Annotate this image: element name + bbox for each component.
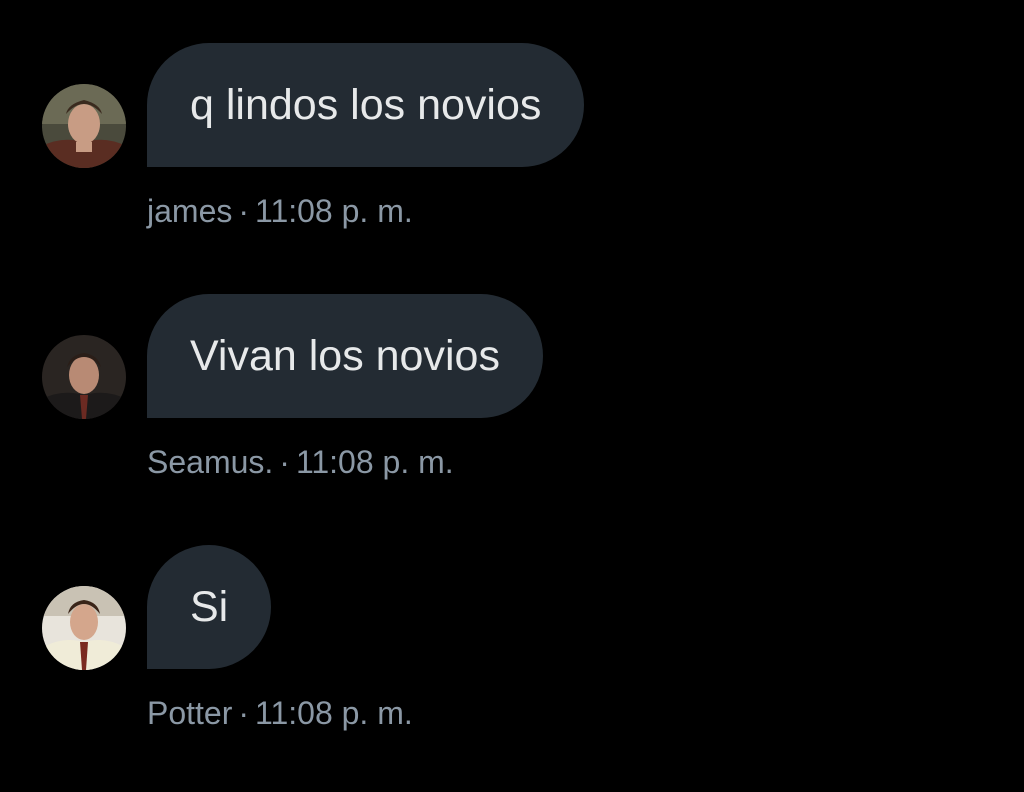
- meta-separator: ·: [238, 193, 250, 229]
- message-bubble[interactable]: q lindos los novios: [147, 43, 585, 167]
- message-bubble[interactable]: Vivan los novios: [147, 294, 543, 418]
- message-time: 11:08 p. m.: [295, 444, 454, 480]
- message-text: q lindos los novios: [190, 81, 542, 129]
- message-time: 11:08 p. m.: [255, 695, 413, 731]
- sender-name[interactable]: Seamus.: [147, 444, 273, 480]
- message-text: Si: [190, 583, 229, 631]
- message-time: 11:08 p. m.: [255, 193, 413, 229]
- message-meta: Potter · 11:08 p. m.: [147, 693, 413, 733]
- sender-name[interactable]: Potter: [147, 695, 232, 731]
- sender-name[interactable]: james: [147, 193, 232, 229]
- avatar-photo-icon: [42, 586, 126, 670]
- message-meta: james · 11:08 p. m.: [147, 191, 413, 231]
- avatar-seamus[interactable]: [42, 335, 126, 419]
- meta-separator: ·: [279, 444, 290, 480]
- message-text: Vivan los novios: [190, 332, 500, 380]
- message-meta: Seamus. · 11:08 p. m.: [147, 442, 454, 482]
- avatar-james[interactable]: [42, 84, 126, 168]
- avatar-photo-icon: [42, 84, 126, 168]
- dm-conversation: q lindos los novios james · 11:08 p. m. Vi…: [0, 0, 1024, 792]
- message-bubble[interactable]: Si: [147, 545, 272, 669]
- avatar-potter[interactable]: [42, 586, 126, 670]
- avatar-photo-icon: [42, 335, 126, 419]
- meta-separator: ·: [238, 695, 250, 731]
